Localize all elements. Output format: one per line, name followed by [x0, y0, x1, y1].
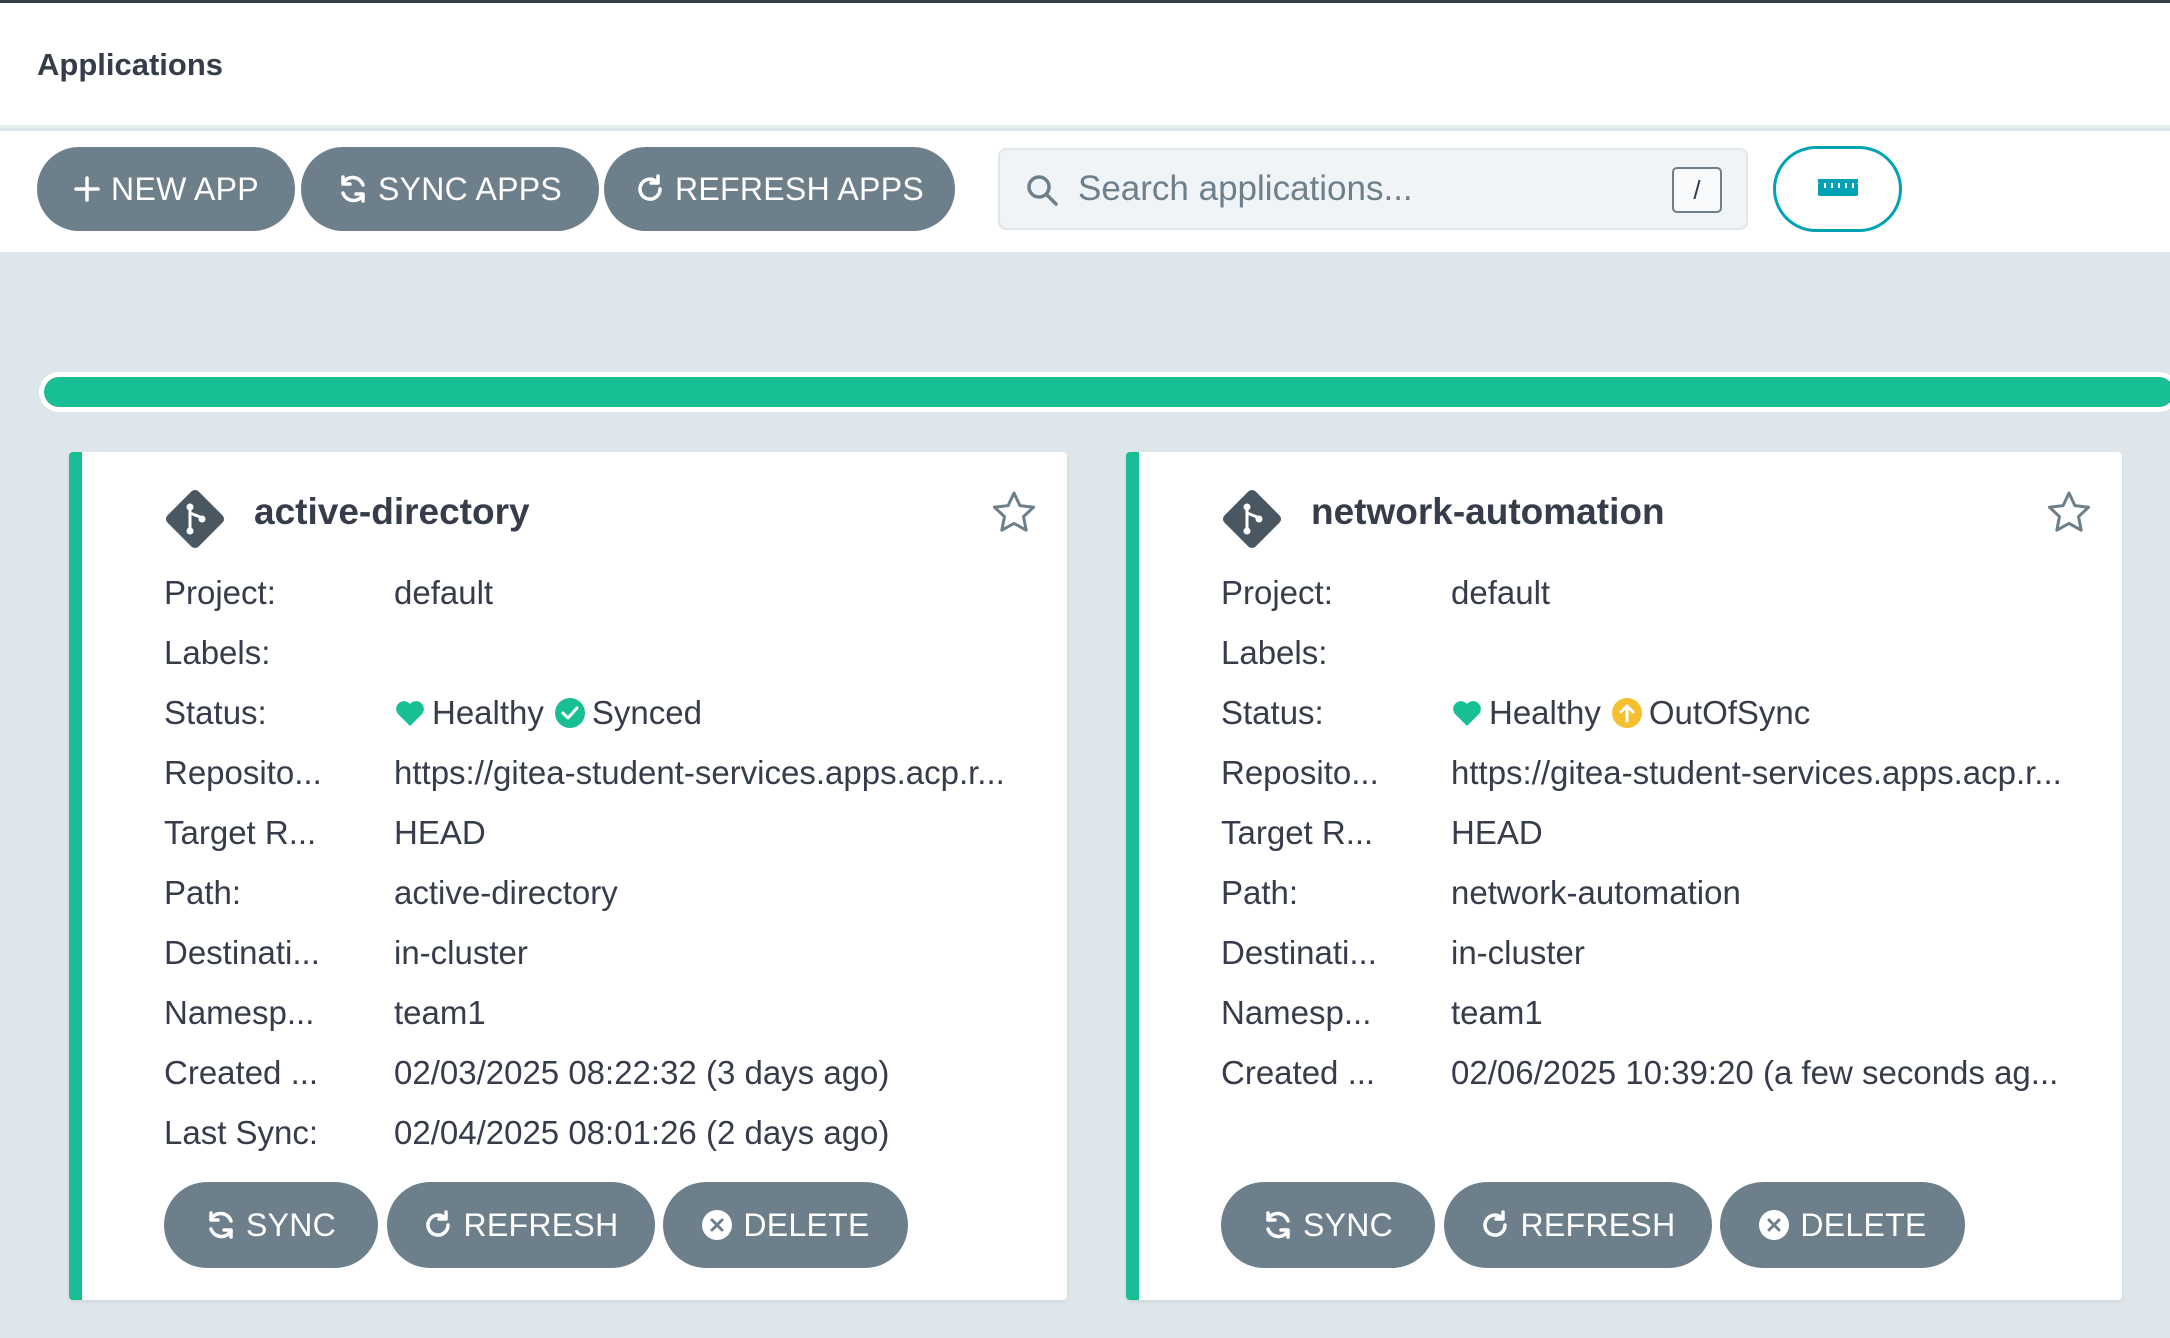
view-options-button[interactable] [1773, 146, 1902, 232]
sync-icon [338, 174, 368, 204]
toolbar: NEW APP SYNC APPS REFRESH APPS / [0, 131, 2170, 254]
git-icon [162, 486, 228, 557]
row-value: network-automation [1451, 874, 1741, 911]
row-label: Status: [164, 694, 267, 731]
row-label: Namesp... [1221, 994, 1372, 1031]
row-value: https://gitea-student-services.apps.acp.… [394, 754, 1005, 791]
row-label: Created ... [164, 1054, 319, 1091]
delete-button[interactable]: DELETE [663, 1182, 908, 1268]
refresh-icon [423, 1210, 453, 1240]
status-progress-bar [39, 372, 2170, 412]
sync-label: SYNC [245, 1206, 337, 1243]
row-label: Target R... [1221, 814, 1374, 851]
star-icon[interactable] [991, 490, 1037, 539]
sync-apps-label: SYNC APPS [377, 170, 563, 207]
row-value: HEAD [1451, 814, 1543, 851]
progress-fill [44, 377, 2170, 407]
heart-icon [394, 698, 426, 728]
app-card-active-directory[interactable]: active-directory Project: default Labels… [69, 452, 1067, 1300]
row-label: Namesp... [164, 994, 315, 1031]
delete-label: DELETE [743, 1206, 870, 1243]
row-value: team1 [1451, 994, 1543, 1031]
git-icon [1219, 486, 1285, 557]
refresh-label: REFRESH [463, 1206, 619, 1243]
plus-icon [73, 175, 101, 203]
search-icon [1024, 172, 1060, 213]
row-label: Labels: [164, 634, 271, 671]
sync-label: SYNC [1302, 1206, 1394, 1243]
sync-apps-button[interactable]: SYNC APPS [301, 147, 599, 231]
health-status: Healthy [1489, 694, 1601, 731]
sync-button[interactable]: SYNC [164, 1182, 378, 1268]
row-label: Target R... [164, 814, 317, 851]
row-label: Project: [164, 574, 276, 611]
refresh-apps-button[interactable]: REFRESH APPS [604, 147, 955, 231]
row-value: 02/04/2025 08:01:26 (2 days ago) [394, 1114, 890, 1151]
arrow-up-circle-icon [1611, 697, 1643, 729]
refresh-icon [1480, 1210, 1510, 1240]
sync-status: OutOfSync [1648, 694, 1811, 731]
app-name[interactable]: active-directory [254, 491, 530, 533]
row-value: active-directory [394, 874, 618, 911]
row-value: Healthy OutOfSync [1451, 694, 2091, 732]
heart-icon [1451, 698, 1483, 728]
row-label: Created ... [1221, 1054, 1376, 1091]
row-label: Last Sync: [164, 1114, 319, 1151]
refresh-label: REFRESH [1520, 1206, 1676, 1243]
row-value: Healthy Synced [394, 694, 1034, 732]
row-value: default [1451, 574, 1551, 611]
new-app-label: NEW APP [111, 170, 259, 207]
close-circle-icon [1758, 1209, 1790, 1241]
row-value: in-cluster [394, 934, 528, 971]
row-label: Project: [1221, 574, 1333, 611]
search-box[interactable]: / [998, 148, 1748, 230]
row-value: https://gitea-student-services.apps.acp.… [1451, 754, 2062, 791]
row-value: in-cluster [1451, 934, 1585, 971]
row-label: Path: [164, 874, 242, 911]
refresh-button[interactable]: REFRESH [387, 1182, 655, 1268]
sync-button[interactable]: SYNC [1221, 1182, 1435, 1268]
sync-icon [1263, 1210, 1293, 1240]
app-card-network-automation[interactable]: network-automation Project: default Labe… [1126, 452, 2122, 1300]
ruler-icon [1817, 177, 1859, 202]
row-value: 02/03/2025 08:22:32 (3 days ago) [394, 1054, 890, 1091]
row-value: team1 [394, 994, 486, 1031]
row-label: Status: [1221, 694, 1324, 731]
refresh-apps-label: REFRESH APPS [674, 170, 924, 207]
row-label: Labels: [1221, 634, 1328, 671]
refresh-button[interactable]: REFRESH [1444, 1182, 1712, 1268]
row-label: Destinati... [1221, 934, 1377, 971]
sync-icon [206, 1210, 236, 1240]
page-title: Applications [37, 47, 224, 82]
title-bar: Applications [0, 3, 2170, 128]
row-label: Destinati... [164, 934, 320, 971]
health-status: Healthy [432, 694, 544, 731]
app-name[interactable]: network-automation [1311, 491, 1665, 533]
refresh-icon [635, 174, 665, 204]
search-shortcut-key: / [1672, 167, 1722, 213]
star-icon[interactable] [2046, 490, 2092, 539]
row-label: Reposito... [1221, 754, 1379, 791]
row-label: Path: [1221, 874, 1299, 911]
row-label: Reposito... [164, 754, 322, 791]
close-circle-icon [701, 1209, 733, 1241]
row-value: 02/06/2025 10:39:20 (a few seconds ag... [1451, 1054, 2059, 1091]
search-input[interactable] [1078, 158, 1638, 220]
new-app-button[interactable]: NEW APP [37, 147, 295, 231]
row-value: HEAD [394, 814, 486, 851]
sync-status: Synced [591, 694, 702, 731]
delete-label: DELETE [1800, 1206, 1927, 1243]
delete-button[interactable]: DELETE [1720, 1182, 1965, 1268]
row-value: default [394, 574, 494, 611]
check-circle-icon [554, 697, 586, 729]
